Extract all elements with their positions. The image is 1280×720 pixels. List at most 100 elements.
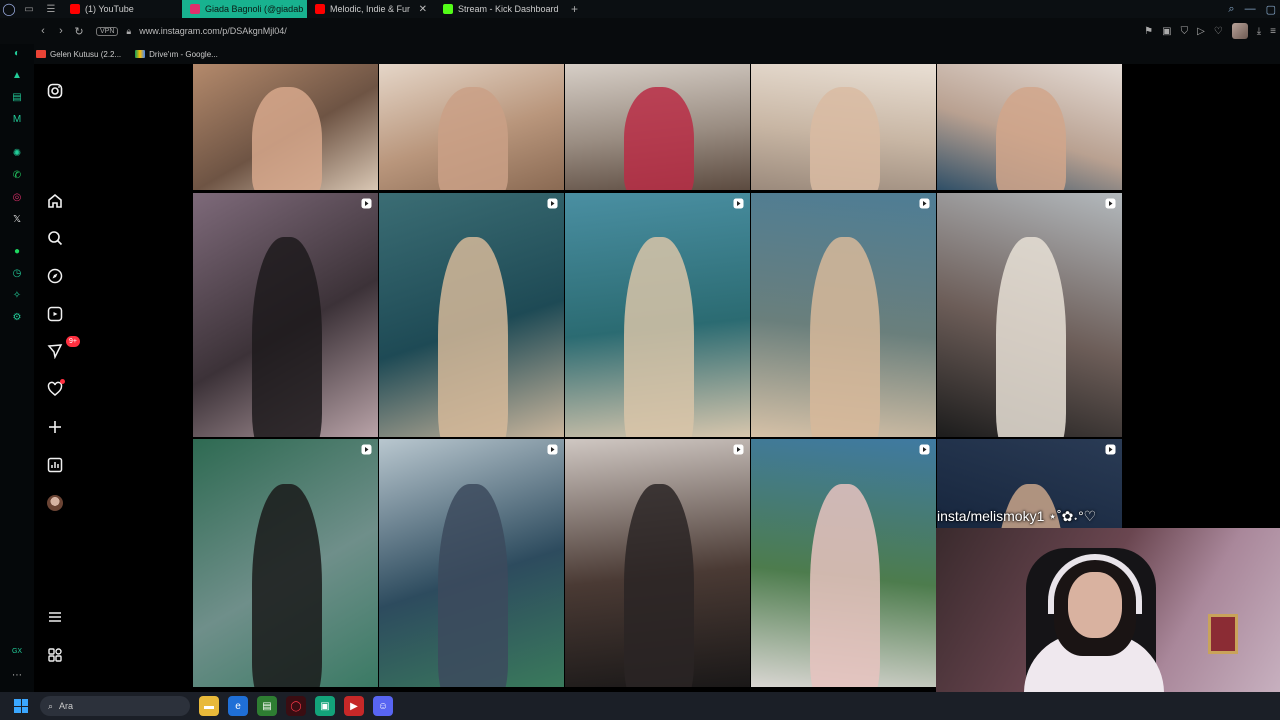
edge-icon[interactable]: e [228,696,248,716]
snapshot-icon[interactable]: ▣ [1162,26,1171,37]
notification-dot [60,379,65,384]
file-explorer-icon[interactable]: ▬ [199,696,219,716]
bookmark-icon[interactable]: ⚑ [1144,26,1153,37]
tab-instagram[interactable]: Giada Bagnoli (@giadab [182,0,307,18]
post-tile[interactable] [565,64,750,190]
address-bar: ‹ › ↻ VPN 🔒︎ www.instagram.com/p/DSAkgnM… [0,18,1280,44]
messages-icon[interactable]: 9+ [44,336,80,362]
discord-icon[interactable]: ☺ [373,696,393,716]
post-tile[interactable] [379,64,564,190]
post-figure [996,236,1067,437]
tab-overview-icon[interactable]: ☰ [40,0,62,18]
bookmark-drive[interactable]: Drive'ım - Google... [135,50,218,59]
minimize-icon[interactable]: — [1245,3,1256,15]
post-figure [810,86,881,190]
stream-overlay-text: insta/melismoky1 ⋆˚✿˖°♡ [937,508,1097,524]
tab-youtube[interactable]: (1) YouTube [62,0,182,18]
post-figure [438,483,509,687]
spotify-icon[interactable]: ● [10,244,24,258]
opera-sidebar: ◐ ▲ ▤ M ✺ ✆ ◎ 𝕏 ● ◷ ✧ ⚙ GX ⋯ [0,44,34,692]
taskbar-search[interactable]: ⌕ Ara [40,696,190,716]
reels-icon[interactable] [44,303,66,325]
chatgpt-icon[interactable]: ✺ [10,146,24,160]
extensions-icon[interactable]: ✧ [10,288,24,302]
reel-icon [919,444,930,455]
opera-logo-icon[interactable]: ◯ [0,0,18,18]
whatsapp-icon[interactable]: ✆ [10,168,24,182]
tab-close-icon[interactable]: ✕ [419,4,427,15]
maximize-icon[interactable]: ▢ [1266,3,1276,16]
post-tile[interactable] [751,439,936,687]
tab-kick[interactable]: Stream - Kick Dashboard [435,0,563,18]
notepad-icon[interactable]: ▤ [257,696,277,716]
vpn-badge[interactable]: VPN [96,26,119,36]
gmail-icon [36,50,46,58]
explore-icon[interactable] [44,265,66,287]
reel-icon [1105,444,1116,455]
workspaces-icon[interactable]: ▭ [18,0,40,18]
post-tile[interactable] [193,64,378,190]
reload-icon[interactable]: ↻ [70,25,88,38]
x-icon[interactable]: 𝕏 [10,212,24,226]
music-icon[interactable]: M [10,112,24,126]
notifications-icon[interactable] [44,378,66,400]
lock-icon[interactable]: 🔒︎ [126,26,131,37]
dashboard-icon[interactable] [44,454,66,476]
reel-icon [1105,198,1116,209]
profile-avatar[interactable] [1231,23,1248,39]
gx-icon[interactable]: GX [10,644,24,658]
post-tile[interactable] [193,193,378,437]
settings-icon[interactable]: ⚙ [10,310,24,324]
search-tabs-icon[interactable]: ⌕ [1228,3,1234,16]
bookmark-gmail[interactable]: Gelen Kutusu (2.2... [36,50,121,59]
shield-icon[interactable]: ⛉ [1181,26,1189,37]
forward-icon[interactable]: › [52,25,70,37]
post-tile[interactable] [193,439,378,687]
reel-icon [361,444,372,455]
post-tile[interactable] [937,64,1122,190]
search-icon[interactable] [44,227,66,249]
webcam-picture-frame [1208,614,1238,654]
more-menu-icon[interactable] [44,606,66,628]
reel-icon [547,198,558,209]
history-icon[interactable]: ◷ [10,266,24,280]
post-tile[interactable] [379,193,564,437]
instagram-logo-icon[interactable] [44,80,66,102]
tab-melodic[interactable]: Melodic, Indie & Funk ✕ [307,0,435,18]
profile-avatar [47,495,63,511]
windows-start-icon[interactable] [14,699,28,713]
create-icon[interactable] [44,416,66,438]
also-from-meta-icon[interactable] [44,644,66,666]
home-icon[interactable] [44,190,66,212]
post-tile[interactable] [751,193,936,437]
new-tab-button[interactable]: + [563,2,586,16]
post-tile[interactable] [751,64,936,190]
url-field[interactable]: www.instagram.com/p/DSAkgnMjl04/ [139,26,287,36]
messages-badge: 9+ [66,336,80,347]
crypto-wallet-icon[interactable]: ▤ [10,90,24,104]
kick-app-icon[interactable]: ▣ [315,696,335,716]
more-icon[interactable]: ⋯ [10,668,24,682]
streaming-app-icon[interactable]: ▶ [344,696,364,716]
post-figure [810,236,881,437]
post-tile[interactable] [565,439,750,687]
post-tile[interactable] [379,439,564,687]
post-tile[interactable] [937,193,1122,437]
play-icon[interactable]: ▷ [1197,26,1205,37]
heart-icon[interactable]: ♡ [1214,26,1223,37]
address-bar-actions: ⚑ ▣ ⛉ ▷ ♡ ⤓ ≡ [1144,18,1276,44]
back-icon[interactable]: ‹ [34,25,52,37]
reel-icon [547,444,558,455]
post-tile[interactable] [565,193,750,437]
reel-icon [733,198,744,209]
menu-icon[interactable]: ≡ [1270,26,1276,37]
reel-icon [361,198,372,209]
instagram-icon[interactable]: ◎ [10,190,24,204]
youtube-favicon-icon [70,4,80,14]
profile-icon[interactable] [44,492,66,514]
speed-dial-icon[interactable]: ◐ [10,46,24,60]
download-icon[interactable]: ⤓ [1257,26,1261,37]
aria-icon[interactable]: ▲ [10,68,24,82]
post-figure [438,86,509,190]
opera-gx-taskbar-icon[interactable]: ◯ [286,696,306,716]
